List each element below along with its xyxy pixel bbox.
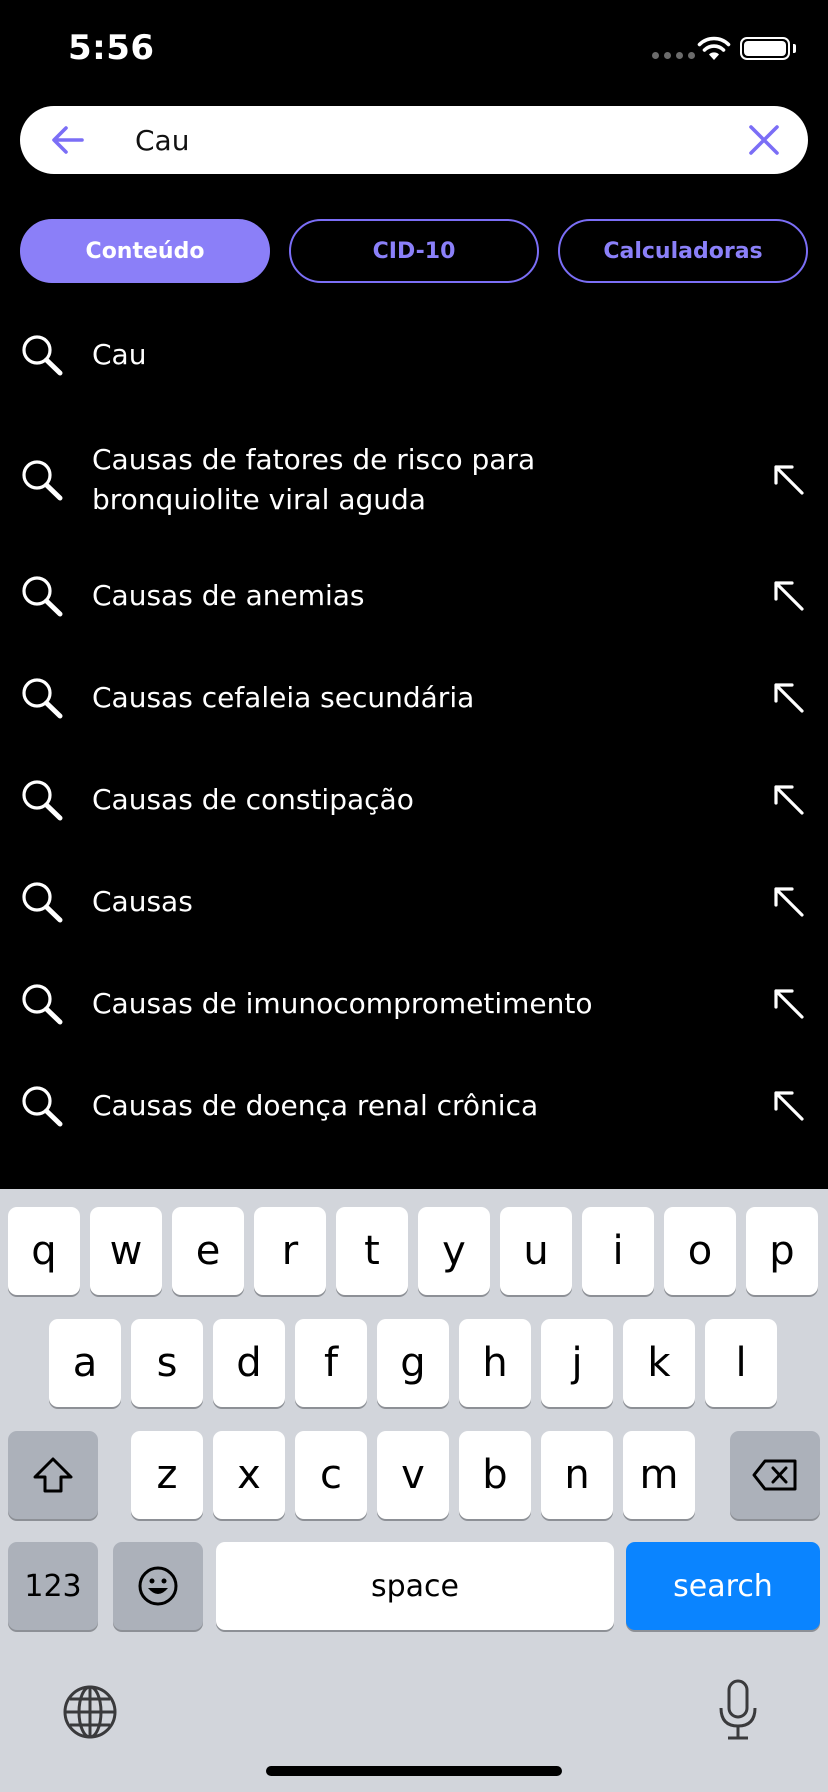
cellular-signal-icon (652, 52, 695, 59)
key-d[interactable]: d (213, 1319, 285, 1407)
list-item-label: Causas de anemias (92, 579, 365, 612)
keyboard: q w e r t y u i o p a s d f g h j k l z … (0, 1189, 828, 1792)
key-i[interactable]: i (582, 1207, 654, 1295)
key-e[interactable]: e (172, 1207, 244, 1295)
tab-conteudo[interactable]: Conteúdo (20, 219, 270, 283)
search-icon (22, 576, 63, 617)
key-b[interactable]: b (459, 1431, 531, 1519)
list-item[interactable]: Causas de doença renal crônica (0, 1056, 828, 1156)
key-m[interactable]: m (623, 1431, 695, 1519)
list-item-label: Causas cefaleia secundária (92, 681, 475, 714)
search-icon (22, 882, 63, 923)
key-x[interactable]: x (213, 1431, 285, 1519)
key-o[interactable]: o (664, 1207, 736, 1295)
search-input[interactable] (115, 114, 755, 166)
key-y[interactable]: y (418, 1207, 490, 1295)
tab-calculadoras[interactable]: Calculadoras (558, 219, 808, 283)
list-item[interactable]: Causas cefaleia secundária (0, 648, 828, 748)
search-icon (22, 335, 63, 376)
arrow-up-left-icon[interactable] (772, 987, 806, 1021)
key-c[interactable]: c (295, 1431, 367, 1519)
globe-icon[interactable] (62, 1684, 118, 1740)
key-a[interactable]: a (49, 1319, 121, 1407)
microphone-icon[interactable] (716, 1678, 760, 1742)
key-r[interactable]: r (254, 1207, 326, 1295)
key-z[interactable]: z (131, 1431, 203, 1519)
key-n[interactable]: n (541, 1431, 613, 1519)
shift-key[interactable] (8, 1431, 98, 1519)
key-j[interactable]: j (541, 1319, 613, 1407)
key-g[interactable]: g (377, 1319, 449, 1407)
key-q[interactable]: q (8, 1207, 80, 1295)
key-v[interactable]: v (377, 1431, 449, 1519)
arrow-up-left-icon[interactable] (772, 1089, 806, 1123)
list-item[interactable]: Causas de constipação (0, 750, 828, 850)
emoji-icon (138, 1566, 178, 1606)
key-h[interactable]: h (459, 1319, 531, 1407)
shift-icon (33, 1457, 73, 1493)
search-key[interactable]: search (626, 1542, 820, 1630)
space-key[interactable]: space (216, 1542, 614, 1630)
numbers-key[interactable]: 123 (8, 1542, 98, 1630)
list-item-label: Cau (92, 338, 147, 371)
list-item-label: Causas de fatores de risco para bronquio… (92, 443, 536, 516)
arrow-up-left-icon[interactable] (772, 681, 806, 715)
list-item-label: Causas de doença renal crônica (92, 1089, 539, 1122)
key-w[interactable]: w (90, 1207, 162, 1295)
key-u[interactable]: u (500, 1207, 572, 1295)
list-item[interactable]: Causas de fatores de risco para bronquio… (0, 430, 828, 530)
key-s[interactable]: s (131, 1319, 203, 1407)
key-k[interactable]: k (623, 1319, 695, 1407)
key-f[interactable]: f (295, 1319, 367, 1407)
delete-key[interactable] (730, 1431, 820, 1519)
tab-cid-10[interactable]: CID-10 (289, 219, 539, 283)
battery-icon (740, 37, 790, 60)
status-time: 5:56 (68, 28, 155, 68)
filter-tabs: Conteúdo CID-10 Calculadoras (20, 219, 808, 283)
wifi-icon (697, 36, 731, 60)
key-p[interactable]: p (746, 1207, 818, 1295)
key-l[interactable]: l (705, 1319, 777, 1407)
delete-icon (752, 1459, 797, 1491)
search-icon (22, 678, 63, 719)
back-arrow-icon[interactable] (48, 120, 88, 160)
status-bar: 5:56 (0, 0, 828, 100)
list-item-label: Causas de constipação (92, 783, 414, 816)
search-icon (22, 460, 63, 501)
emoji-key[interactable] (113, 1542, 203, 1630)
arrow-up-left-icon[interactable] (772, 463, 806, 497)
search-icon (22, 780, 63, 821)
list-item[interactable]: Causas (0, 852, 828, 952)
search-icon (22, 984, 63, 1025)
list-item-label: Causas de imunocomprometimento (92, 987, 593, 1020)
list-item[interactable]: Cau (0, 305, 828, 405)
search-icon (22, 1086, 63, 1127)
arrow-up-left-icon[interactable] (772, 579, 806, 613)
arrow-up-left-icon[interactable] (772, 783, 806, 817)
list-item-label: Causas (92, 885, 193, 918)
list-item[interactable]: Causas de imunocomprometimento (0, 954, 828, 1054)
close-icon[interactable] (746, 122, 782, 158)
search-bar (20, 106, 808, 174)
home-indicator[interactable] (266, 1766, 562, 1776)
arrow-up-left-icon[interactable] (772, 885, 806, 919)
key-t[interactable]: t (336, 1207, 408, 1295)
list-item[interactable]: Causas de anemias (0, 546, 828, 646)
